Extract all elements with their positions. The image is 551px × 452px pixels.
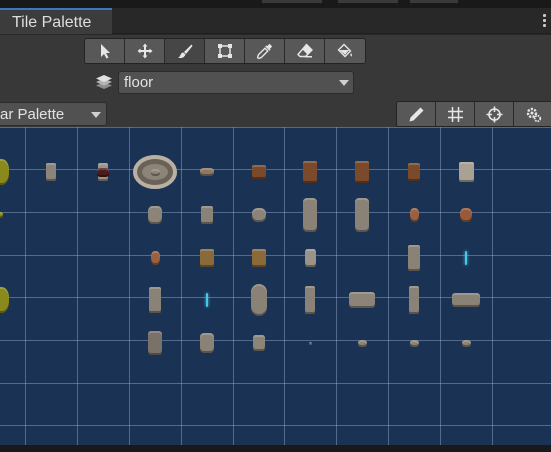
palette-tile-stone-bracket[interactable]: [305, 286, 315, 315]
palette-settings-button[interactable]: [514, 102, 551, 126]
palette-tile-stone-coffin[interactable]: [452, 293, 480, 308]
palette-tile-water-drip[interactable]: [465, 251, 467, 266]
move-arrows-icon: [137, 43, 152, 59]
palette-tile-dark-leaf[interactable]: [97, 167, 109, 177]
palette-tile-stone-column[interactable]: [149, 287, 161, 314]
eyedropper-icon: [256, 43, 272, 59]
edit-palette-button[interactable]: [397, 102, 436, 126]
palette-tile-wood-cabinet[interactable]: [303, 161, 317, 184]
palette-tile-wood-signpost[interactable]: [252, 249, 266, 268]
tab-bar: Tile Palette: [0, 8, 551, 34]
paint-bucket-icon: [337, 43, 352, 58]
palette-tile-stone-urn-small[interactable]: [253, 335, 265, 352]
grid-line-horizontal: [0, 255, 551, 256]
palette-tile-wood-cabinet[interactable]: [355, 161, 369, 184]
palette-tile-stone-statue[interactable]: [251, 284, 267, 317]
tab-title: Tile Palette: [12, 14, 92, 31]
grid-line-vertical: [336, 127, 337, 445]
palette-tile-rock-small[interactable]: [461, 339, 471, 347]
box-select-icon: [217, 44, 232, 58]
palette-dropdown-value: ar Palette: [0, 106, 65, 123]
grid-line-vertical: [388, 127, 389, 445]
grid-line-vertical: [25, 127, 26, 445]
erase-tool-button[interactable]: [285, 39, 325, 63]
layers-icon: [96, 75, 112, 89]
grid-line-vertical: [284, 127, 285, 445]
toggle-grid-button[interactable]: [436, 102, 475, 126]
palette-dropdown[interactable]: ar Palette: [0, 102, 107, 126]
toggle-gizmos-button[interactable]: [475, 102, 514, 126]
active-tilemap-dropdown[interactable]: floor: [118, 71, 354, 94]
palette-tile-moss-edge[interactable]: [0, 159, 9, 186]
palette-tile-stone-bench[interactable]: [349, 292, 375, 309]
grid-line-vertical: [440, 127, 441, 445]
chevron-down-icon: [91, 112, 101, 118]
eraser-icon: [296, 43, 313, 58]
palette-tile-stone-tablet[interactable]: [304, 249, 316, 268]
palette-tile-water-drip[interactable]: [206, 293, 208, 308]
palette-tile-moss-edge-small[interactable]: [0, 212, 3, 219]
palette-tile-wood-crate[interactable]: [252, 165, 266, 180]
palette-tool-strip: [396, 101, 551, 127]
palette-tile-clay-vase[interactable]: [409, 208, 419, 223]
pencil-icon: [409, 107, 423, 121]
grid-line-horizontal: [0, 425, 551, 426]
grid-line-vertical: [492, 127, 493, 445]
grid-icon: [447, 106, 463, 122]
flood-fill-tool-button[interactable]: [325, 39, 365, 63]
palette-tile-stone-statue-tall[interactable]: [303, 198, 317, 233]
tile-palette-grid[interactable]: [0, 127, 551, 445]
gizmo-icon: [486, 106, 502, 122]
grid-line-vertical: [233, 127, 234, 445]
grid-line-vertical: [181, 127, 182, 445]
window-menu-icon[interactable]: [541, 14, 547, 30]
palette-tile-stone-statue-tall[interactable]: [355, 198, 369, 233]
arrow-cursor-icon: [100, 44, 110, 59]
palette-tile-rock-pair[interactable]: [200, 168, 214, 177]
picker-tool-button[interactable]: [245, 39, 285, 63]
window-bottom-strip: [0, 445, 551, 452]
grid-line-horizontal: [0, 127, 551, 128]
palette-tile-stone-tomb[interactable]: [252, 208, 266, 223]
paint-tool-button[interactable]: [165, 39, 205, 63]
palette-tile-stone-block[interactable]: [458, 162, 474, 183]
tool-strip: [84, 38, 366, 64]
paintbrush-icon: [177, 44, 192, 59]
palette-tile-stone-bracket[interactable]: [409, 286, 419, 315]
palette-tile-stone-pillar[interactable]: [46, 163, 56, 182]
palette-tile-stone-cross[interactable]: [201, 206, 213, 225]
palette-tile-pebble-tiny[interactable]: [308, 341, 312, 345]
palette-tile-wood-signpost[interactable]: [200, 249, 214, 268]
top-strip-segment: [262, 0, 322, 3]
grid-line-horizontal: [0, 383, 551, 384]
grid-line-vertical: [129, 127, 130, 445]
box-fill-tool-button[interactable]: [205, 39, 245, 63]
palette-tile-stone-shrine[interactable]: [148, 331, 162, 356]
grid-line-vertical: [77, 127, 78, 445]
palette-tile-moss-edge[interactable]: [0, 287, 9, 314]
palette-tile-rock-small[interactable]: [150, 168, 160, 176]
gear-icon: [526, 107, 541, 122]
palette-tile-stone-column[interactable]: [408, 245, 420, 272]
top-strip-segment: [338, 0, 398, 3]
select-tool-button[interactable]: [85, 39, 125, 63]
move-tool-button[interactable]: [125, 39, 165, 63]
palette-tile-clay-pot[interactable]: [460, 208, 472, 223]
palette-tile-rock-small[interactable]: [357, 339, 367, 347]
active-tilemap-value: floor: [124, 74, 154, 91]
palette-tile-rock-small[interactable]: [409, 339, 419, 347]
palette-tile-stone-urn[interactable]: [148, 206, 162, 225]
window-top-strip: [0, 0, 551, 8]
tab-tile-palette[interactable]: Tile Palette: [0, 8, 112, 34]
chevron-down-icon: [339, 80, 349, 86]
palette-tile-stone-barrel[interactable]: [200, 333, 214, 354]
palette-tile-wood-door[interactable]: [408, 163, 420, 182]
top-strip-segment: [410, 0, 458, 3]
palette-tile-clay-vase[interactable]: [150, 251, 160, 266]
